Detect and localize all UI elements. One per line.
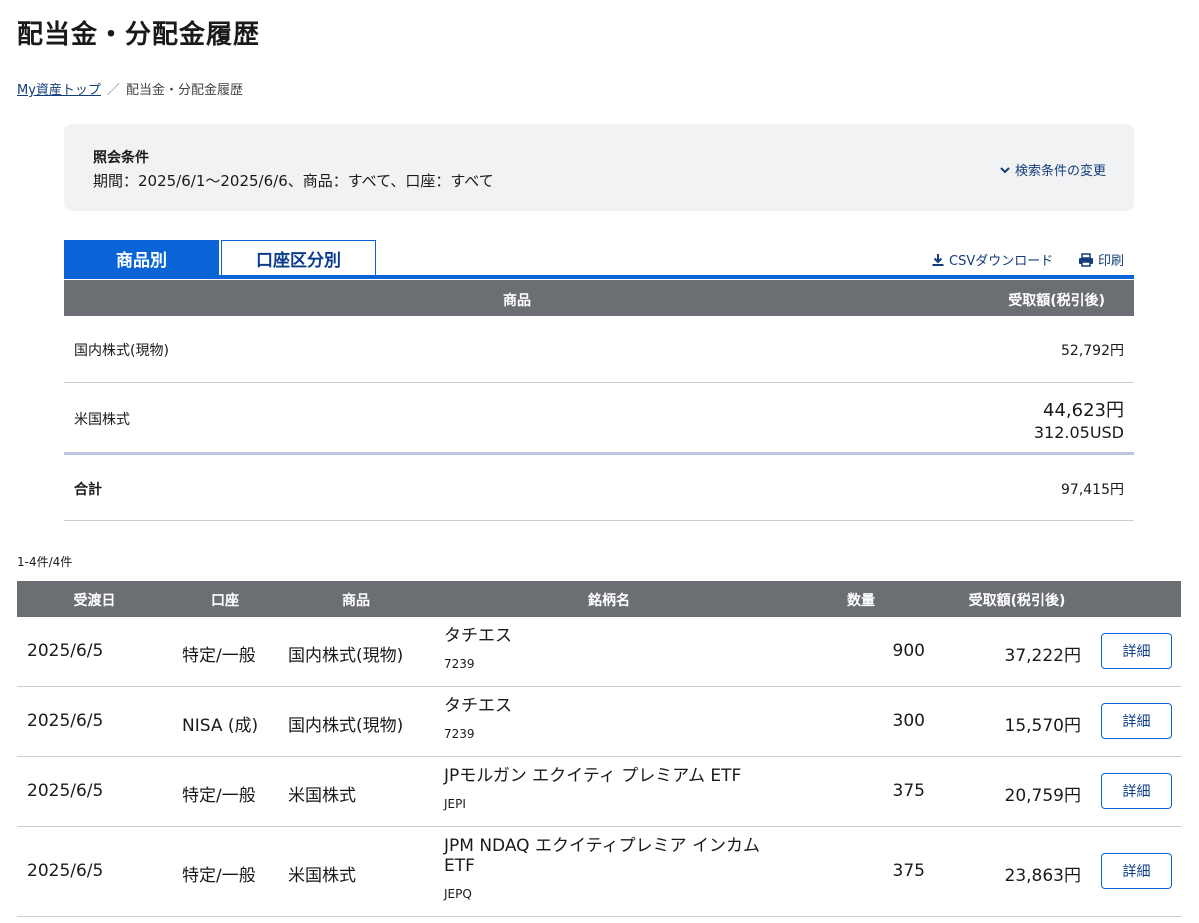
summary-table-header: 商品 受取額(税引後) [64, 280, 1134, 316]
tab-underline [64, 275, 1134, 279]
row-security-code: 7239 [444, 657, 475, 671]
detail-header-name: 銘柄名 [588, 593, 630, 609]
detail-header-qty: 数量 [847, 593, 875, 609]
breadcrumb: My資産トップ ／ 配当金・分配金履歴 [17, 79, 243, 98]
row-date: 2025/6/5 [27, 711, 104, 731]
row-amount: 20,759円 [1004, 786, 1081, 806]
row-account: 特定/一般 [182, 866, 256, 886]
summary-total-amount: 97,415円 [1061, 482, 1124, 498]
summary-row-label: 国内株式(現物) [74, 343, 169, 359]
summary-header-product: 商品 [503, 293, 531, 309]
row-account: NISA (成) [182, 716, 259, 736]
row-security-code: JEPQ [444, 887, 472, 901]
summary-total-label: 合計 [74, 482, 102, 498]
row-quantity: 300 [892, 711, 925, 731]
detail-button[interactable]: 詳細 [1101, 773, 1172, 809]
detail-header-product: 商品 [342, 593, 370, 609]
table-row: 2025/6/5 NISA (成) 国内株式(現物) タチエス 7239 300… [17, 687, 1181, 757]
conditions-text: 期間：2025/6/1〜2025/6/6、商品：すべて、口座：すべて [93, 172, 494, 190]
search-conditions-panel: 照会条件 期間：2025/6/1〜2025/6/6、商品：すべて、口座：すべて … [64, 124, 1134, 211]
row-security-code: 7239 [444, 727, 475, 741]
row-date: 2025/6/5 [27, 641, 104, 661]
summary-row-amount: 44,623円 [1043, 400, 1124, 421]
detail-header-account: 口座 [211, 593, 239, 609]
table-row: 2025/6/5 特定/一般 米国株式 JPM NDAQ エクイティプレミア イ… [17, 827, 1181, 917]
summary-row: 国内株式(現物) 52,792円 [64, 316, 1134, 383]
chevron-down-icon [1000, 166, 1010, 173]
detail-button[interactable]: 詳細 [1101, 853, 1172, 889]
detail-table-header: 受渡日 口座 商品 銘柄名 数量 受取額(税引後) [17, 581, 1181, 617]
print-label: 印刷 [1098, 254, 1125, 269]
summary-row-label: 米国株式 [74, 412, 130, 428]
print-link[interactable]: 印刷 [1078, 250, 1124, 269]
tab-by-product[interactable]: 商品別 [64, 240, 219, 276]
summary-row: 米国株式 44,623円 312.05USD [64, 383, 1134, 455]
tab-by-account-type[interactable]: 口座区分別 [221, 240, 376, 276]
row-quantity: 375 [892, 781, 925, 801]
row-amount: 37,222円 [1004, 646, 1081, 666]
detail-header-amount: 受取額(税引後) [968, 593, 1066, 609]
breadcrumb-home-link[interactable]: My資産トップ [17, 79, 101, 98]
download-icon [932, 253, 944, 266]
printer-icon [1079, 252, 1093, 267]
row-product: 米国株式 [288, 786, 356, 806]
summary-row-amount-usd: 312.05USD [1033, 423, 1124, 442]
row-product: 米国株式 [288, 866, 356, 886]
row-quantity: 375 [892, 861, 925, 881]
change-conditions-label: 検索条件の変更 [1014, 164, 1106, 179]
breadcrumb-current: 配当金・分配金履歴 [125, 83, 243, 98]
row-security-name: JPM NDAQ エクイティプレミア インカム ETF [444, 836, 761, 876]
table-row: 2025/6/5 特定/一般 国内株式(現物) タチエス 7239 900 37… [17, 617, 1181, 687]
row-date: 2025/6/5 [27, 781, 104, 801]
detail-header-date: 受渡日 [73, 593, 116, 609]
result-count: 1-4件/4件 [17, 555, 73, 569]
change-conditions-link[interactable]: 検索条件の変更 [999, 160, 1106, 179]
row-quantity: 900 [892, 641, 925, 661]
row-security-name: タチエス [444, 696, 512, 716]
summary-header-amount: 受取額(税引後) [1008, 293, 1105, 309]
row-security-name: タチエス [444, 626, 512, 646]
row-account: 特定/一般 [182, 786, 256, 806]
row-date: 2025/6/5 [27, 861, 104, 881]
summary-total-row: 合計 97,415円 [64, 455, 1134, 521]
row-account: 特定/一般 [182, 646, 256, 666]
detail-button[interactable]: 詳細 [1101, 703, 1172, 739]
row-security-name: JPモルガン エクイティ プレミアム ETF [444, 766, 742, 786]
conditions-title: 照会条件 [93, 150, 149, 166]
row-product: 国内株式(現物) [288, 716, 404, 736]
row-amount: 15,570円 [1004, 716, 1081, 736]
summary-row-amount: 52,792円 [1061, 343, 1124, 359]
row-security-code: JEPI [444, 797, 466, 811]
detail-button[interactable]: 詳細 [1101, 633, 1172, 669]
table-row: 2025/6/5 特定/一般 米国株式 JPモルガン エクイティ プレミアム E… [17, 757, 1181, 827]
row-product: 国内株式(現物) [288, 646, 404, 666]
breadcrumb-separator: ／ [106, 83, 120, 98]
row-amount: 23,863円 [1004, 866, 1081, 886]
csv-download-link[interactable]: CSVダウンロード [931, 250, 1053, 269]
csv-download-label: CSVダウンロード [949, 254, 1054, 269]
page-title: 配当金・分配金履歴 [17, 20, 261, 50]
